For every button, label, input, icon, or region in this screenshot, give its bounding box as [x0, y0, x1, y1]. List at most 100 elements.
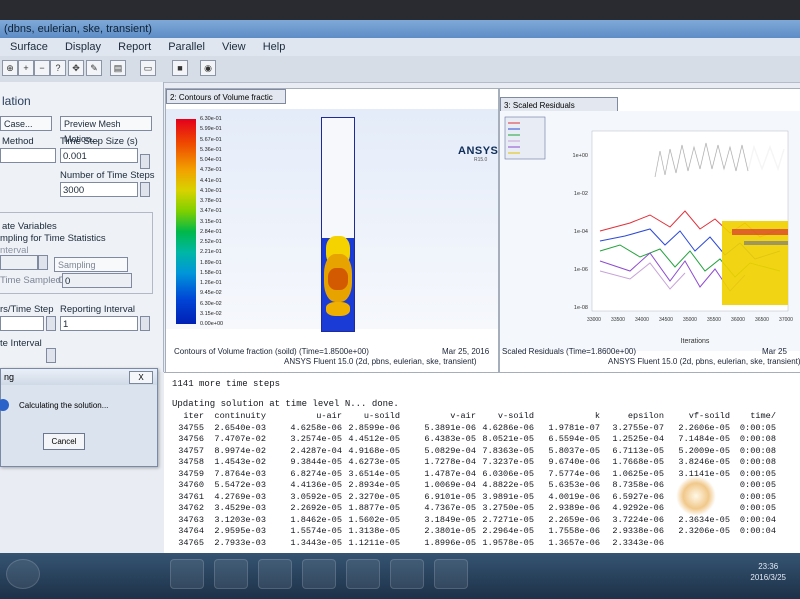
iterations-per-time-step-label: rs/Time Step	[0, 304, 54, 315]
num-time-steps-spinner[interactable]	[140, 182, 150, 197]
col-k: k	[594, 411, 600, 421]
col-time: time/	[750, 411, 776, 421]
col-u-air: u-air	[316, 411, 342, 421]
method-dropdown[interactable]	[0, 148, 56, 163]
residuals-x-tick: 34500	[659, 317, 673, 323]
table-cell	[664, 538, 730, 550]
table-cell	[730, 538, 776, 550]
colorbar	[176, 119, 196, 324]
menu-display[interactable]: Display	[65, 41, 101, 53]
menu-surface[interactable]: Surface	[10, 41, 48, 53]
table-cell: 0:00:08	[739, 434, 776, 444]
table-cell: 34760	[178, 480, 204, 490]
taskbar-clock[interactable]: 23:36 2016/3/25	[750, 561, 786, 583]
table-cell: 1.3657e-06	[548, 537, 600, 548]
table-cell: 1.0625e-05	[612, 468, 664, 479]
colorbar-tick: 9.45e-02	[200, 290, 222, 297]
monitor-bezel	[0, 0, 800, 22]
preview-mesh-motion-button[interactable]: Preview Mesh Motion...	[60, 116, 152, 144]
table-row: 34756 7.4707e-02 3.2574e-05 4.4512e-05 6.438…	[172, 434, 776, 446]
table-cell: 1.7278e-04	[424, 457, 476, 467]
check-case-button[interactable]: Case...	[0, 116, 52, 131]
taskbar-word-icon[interactable]	[390, 559, 424, 589]
taskbar-workbench-icon[interactable]	[214, 559, 248, 589]
colorbar-tick: 6.30e-01	[200, 116, 222, 122]
colorbar-tick: 5.04e-01	[200, 157, 222, 163]
color-icon[interactable]: ■	[172, 60, 188, 76]
cancel-button[interactable]: Cancel	[43, 433, 85, 450]
dialog-message: Calculating the solution...	[19, 401, 109, 410]
layout-icon[interactable]: ▤	[110, 60, 126, 76]
table-cell: 4.4136e-05	[290, 480, 342, 490]
time-sampled-input[interactable]: 0	[62, 273, 132, 288]
menu-bar: Surface Display Report Parallel View Hel…	[0, 38, 800, 56]
colorbar-tick: 4.10e-01	[200, 187, 222, 194]
table-cell: 7.1484e-05	[678, 434, 730, 444]
table-cell: 7.3237e-05	[482, 457, 534, 467]
taskbar-pdf-icon[interactable]	[346, 559, 380, 589]
reporting-interval-input[interactable]: 1	[60, 316, 138, 331]
table-cell: 34764	[178, 526, 204, 536]
taskbar-paint-icon[interactable]	[258, 559, 292, 589]
time-step-size-input[interactable]: 0.001	[60, 148, 138, 163]
table-cell: 7.5774e-06	[548, 468, 600, 479]
taskbar-explorer-icon[interactable]	[434, 559, 468, 589]
camera-icon[interactable]: ◉	[200, 60, 216, 76]
pan-icon[interactable]: ✥	[68, 60, 84, 76]
table-cell: 6.5927e-06	[612, 491, 664, 502]
probe-icon[interactable]: ?	[50, 60, 66, 76]
zoom-in-icon[interactable]: +	[18, 60, 34, 76]
residuals-plot: 1e+00 1e-02 1e-04 1e-06 1e-08 33000 33500 3400…	[500, 111, 800, 351]
colorbar-tick: 2.21e-01	[200, 249, 222, 256]
contours-window-selector[interactable]: 2: Contours of Volume fractic	[166, 89, 286, 104]
num-time-steps-input[interactable]: 3000	[60, 182, 138, 197]
residuals-y-tick: 1e-02	[574, 191, 588, 197]
col-vf-soild: vf-soild	[688, 411, 730, 421]
col-continuity: continuity	[214, 411, 266, 421]
menu-parallel[interactable]: Parallel	[168, 41, 205, 53]
zoom-icon[interactable]: ⊕	[2, 60, 18, 76]
menu-view[interactable]: View	[222, 41, 246, 53]
table-cell: 34755	[178, 422, 204, 433]
dialog-close-button[interactable]: X	[129, 371, 153, 384]
calculating-dialog: ng X Calculating the solution... Cancel	[0, 368, 158, 467]
start-button[interactable]	[6, 559, 40, 589]
solid-core-region	[328, 268, 348, 290]
sampling-interval-spinner[interactable]	[38, 255, 48, 270]
taskbar-fluent-icon[interactable]	[302, 559, 336, 589]
iterations-per-time-step-input[interactable]	[0, 316, 44, 331]
iterations-spinner[interactable]	[46, 316, 56, 331]
table-cell: 2.9338e-06	[612, 526, 664, 536]
residuals-x-tick: 33000	[587, 317, 601, 323]
console-output[interactable]: 1141 more time steps Updating solution a…	[164, 372, 800, 553]
residuals-date: Mar 25	[762, 347, 787, 356]
colorbar-tick: 4.41e-01	[200, 177, 222, 184]
table-row: 34755 2.6540e-03 4.6258e-06 2.8599e-06 5.389…	[172, 423, 776, 435]
edit-icon[interactable]: ✎	[86, 60, 102, 76]
zoom-out-icon[interactable]: −	[34, 60, 50, 76]
num-time-steps-label: Number of Time Steps	[60, 170, 155, 181]
reporting-interval-spinner[interactable]	[140, 316, 150, 331]
table-cell: 6.4383e-05	[424, 434, 476, 444]
table-cell: 1.9578e-05	[482, 537, 534, 548]
table-row: 34758 1.4543e-02 9.3844e-05 4.6273e-05 1.727…	[172, 457, 776, 469]
residuals-window-selector[interactable]: 3: Scaled Residuals	[500, 97, 618, 112]
ansys-version: R15.0	[474, 157, 488, 163]
table-cell: 1.3443e-05	[290, 537, 342, 548]
table-cell: 1.9781e-07	[548, 422, 600, 433]
taskbar-chrome-icon[interactable]	[170, 559, 204, 589]
residuals-x-label: Iterations	[681, 338, 710, 345]
profile-interval-spinner[interactable]	[46, 348, 56, 363]
residuals-y-tick: 1e+00	[573, 153, 588, 159]
table-cell: 34759	[178, 468, 204, 479]
sampling-options-button[interactable]: Sampling Options...	[54, 257, 128, 285]
table-cell: 34765	[178, 537, 204, 548]
table-cell: 2.2692e-05	[290, 503, 342, 513]
menu-help[interactable]: Help	[263, 41, 286, 53]
table-cell: 2.9595e-03	[214, 526, 266, 536]
menu-report[interactable]: Report	[118, 41, 151, 53]
window-icon[interactable]: ▭	[140, 60, 156, 76]
sampling-interval-input[interactable]	[0, 255, 38, 270]
time-step-size-param[interactable]	[140, 154, 150, 169]
table-cell: 4.4512e-05	[348, 434, 400, 444]
